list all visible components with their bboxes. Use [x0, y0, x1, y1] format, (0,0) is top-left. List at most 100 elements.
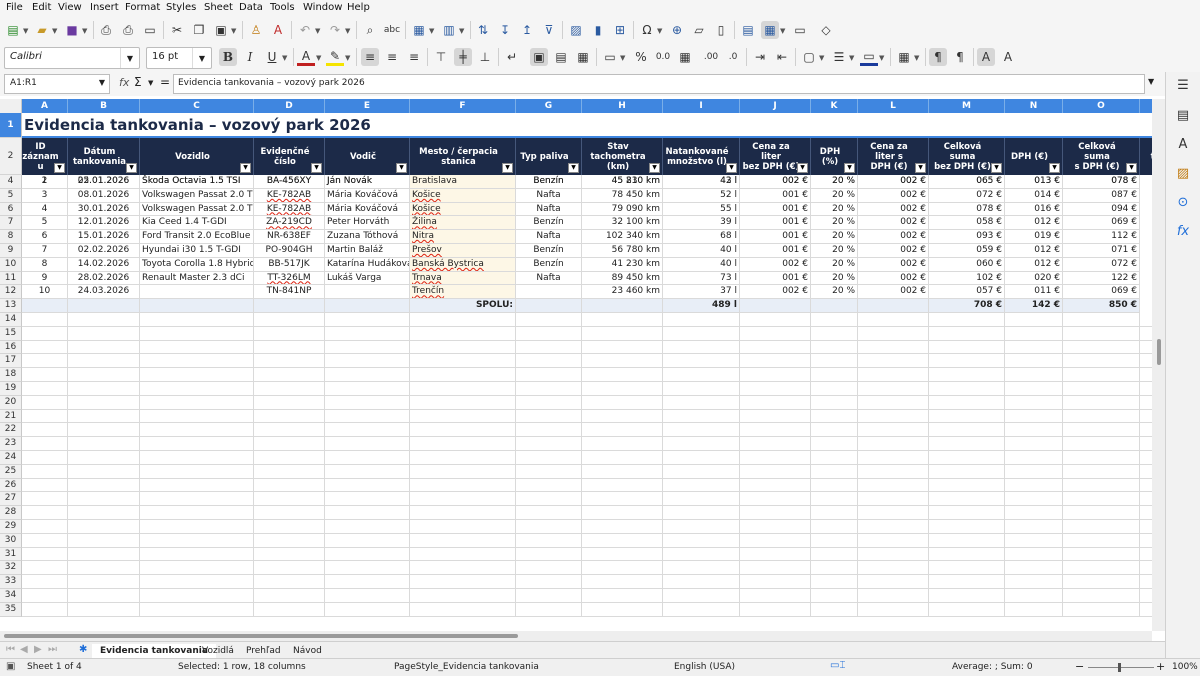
- empty-cell[interactable]: [858, 409, 929, 424]
- empty-cell[interactable]: [22, 602, 68, 617]
- data-cell[interactable]: NR-638EF: [254, 230, 325, 244]
- empty-cell[interactable]: [1063, 589, 1140, 603]
- vertical-scrollbar[interactable]: [1152, 99, 1165, 631]
- chevron-down-icon[interactable]: ▼: [316, 54, 321, 62]
- column-header-b[interactable]: B: [68, 99, 140, 113]
- show-draw-functions-icon[interactable]: ◇: [817, 21, 835, 39]
- empty-cell[interactable]: [929, 464, 1005, 479]
- empty-cell[interactable]: [22, 326, 68, 341]
- total-cell[interactable]: [140, 299, 254, 313]
- data-cell[interactable]: 30.01.2026: [68, 202, 140, 217]
- empty-cell[interactable]: [325, 395, 410, 410]
- column-header-j[interactable]: J: [740, 99, 811, 113]
- data-cell[interactable]: Košice: [410, 202, 516, 217]
- empty-cell[interactable]: [740, 506, 811, 520]
- empty-cell[interactable]: [740, 520, 811, 534]
- data-cell[interactable]: 094 €: [1063, 202, 1140, 217]
- data-cell[interactable]: 011 €: [1005, 285, 1063, 300]
- conditional-format-icon[interactable]: ▦: [895, 48, 913, 66]
- empty-cell[interactable]: [410, 602, 516, 617]
- chevron-down-icon[interactable]: ▼: [345, 54, 350, 62]
- row-header[interactable]: 22: [0, 423, 22, 438]
- empty-cell[interactable]: [811, 602, 858, 617]
- data-cell[interactable]: 012 €: [1005, 257, 1063, 272]
- merge-center-icon[interactable]: ▣: [530, 48, 548, 66]
- empty-cell[interactable]: [1063, 464, 1140, 479]
- empty-cell[interactable]: [410, 492, 516, 507]
- column-header-m[interactable]: M: [929, 99, 1005, 113]
- empty-cell[interactable]: [1140, 368, 1152, 382]
- empty-cell[interactable]: [1063, 602, 1140, 617]
- data-cell[interactable]: Katarína Hudáková: [325, 257, 410, 272]
- add-decimal-icon[interactable]: .00: [702, 48, 720, 66]
- empty-cell[interactable]: [858, 437, 929, 451]
- zoom-in-icon[interactable]: +: [1156, 660, 1165, 673]
- empty-cell[interactable]: [254, 492, 325, 507]
- empty-cell[interactable]: [1140, 589, 1152, 603]
- next-sheet-icon[interactable]: ▶: [34, 644, 42, 655]
- total-cell[interactable]: [582, 299, 663, 313]
- empty-cell[interactable]: [929, 395, 1005, 410]
- empty-cell[interactable]: [68, 464, 140, 479]
- data-cell[interactable]: 059 €: [929, 244, 1005, 258]
- data-cell[interactable]: 55 l: [663, 202, 740, 217]
- empty-cell[interactable]: [811, 575, 858, 589]
- empty-cell[interactable]: [22, 354, 68, 369]
- empty-cell[interactable]: [325, 437, 410, 451]
- empty-cell[interactable]: [582, 451, 663, 465]
- chevron-down-icon[interactable]: ▼: [780, 27, 785, 35]
- data-cell[interactable]: 4: [22, 202, 68, 217]
- empty-cell[interactable]: [582, 395, 663, 410]
- empty-cell[interactable]: [516, 520, 582, 534]
- empty-cell[interactable]: [858, 395, 929, 410]
- total-cell[interactable]: 708 €: [929, 299, 1005, 313]
- empty-cell[interactable]: [516, 340, 582, 355]
- empty-cell[interactable]: [929, 492, 1005, 507]
- data-cell[interactable]: 12.01.2026: [68, 216, 140, 231]
- empty-cell[interactable]: [582, 437, 663, 451]
- insert-chart-icon[interactable]: ▮: [589, 21, 607, 39]
- hyperlink-icon[interactable]: ⊕: [668, 21, 686, 39]
- data-cell[interactable]: [516, 285, 582, 300]
- sort-ascending-icon[interactable]: ↧: [496, 21, 514, 39]
- empty-cell[interactable]: [325, 561, 410, 576]
- row-header[interactable]: 6: [0, 202, 22, 217]
- chevron-down-icon[interactable]: ▼: [52, 27, 57, 35]
- last-sheet-icon[interactable]: ⏭: [48, 644, 57, 655]
- empty-cell[interactable]: [740, 437, 811, 451]
- empty-cell[interactable]: [140, 382, 254, 396]
- empty-cell[interactable]: [740, 464, 811, 479]
- empty-cell[interactable]: [410, 520, 516, 534]
- empty-cell[interactable]: [858, 506, 929, 520]
- empty-cell[interactable]: [140, 437, 254, 451]
- empty-cell[interactable]: [22, 368, 68, 382]
- empty-cell[interactable]: [1140, 451, 1152, 465]
- autofilter-dropdown-icon[interactable]: ▼: [502, 163, 513, 173]
- empty-cell[interactable]: [740, 492, 811, 507]
- properties-icon[interactable]: ▤: [1175, 107, 1191, 123]
- data-cell[interactable]: 28.02.2026: [68, 271, 140, 286]
- empty-cell[interactable]: [811, 423, 858, 438]
- row-header[interactable]: 17: [0, 354, 22, 369]
- empty-cell[interactable]: [663, 409, 740, 424]
- empty-cell[interactable]: [811, 492, 858, 507]
- save-icon[interactable]: ■: [63, 21, 81, 39]
- total-cell[interactable]: [22, 299, 68, 313]
- empty-cell[interactable]: [929, 437, 1005, 451]
- data-cell[interactable]: 7: [22, 244, 68, 258]
- empty-cell[interactable]: [811, 547, 858, 562]
- data-cell[interactable]: 73 l: [663, 271, 740, 286]
- row-header[interactable]: 12: [0, 285, 22, 300]
- total-cell[interactable]: [254, 299, 325, 313]
- print-icon[interactable]: ⎙: [119, 21, 137, 39]
- empty-cell[interactable]: [68, 533, 140, 548]
- empty-cell[interactable]: [410, 547, 516, 562]
- data-cell[interactable]: 002 €: [858, 244, 929, 258]
- empty-cell[interactable]: [929, 423, 1005, 438]
- empty-cell[interactable]: [254, 478, 325, 493]
- empty-cell[interactable]: [929, 561, 1005, 576]
- empty-cell[interactable]: [410, 423, 516, 438]
- header-cell-e[interactable]: Vodič ▼: [325, 138, 410, 175]
- empty-cell[interactable]: [740, 547, 811, 562]
- data-cell[interactable]: 40 l: [663, 257, 740, 272]
